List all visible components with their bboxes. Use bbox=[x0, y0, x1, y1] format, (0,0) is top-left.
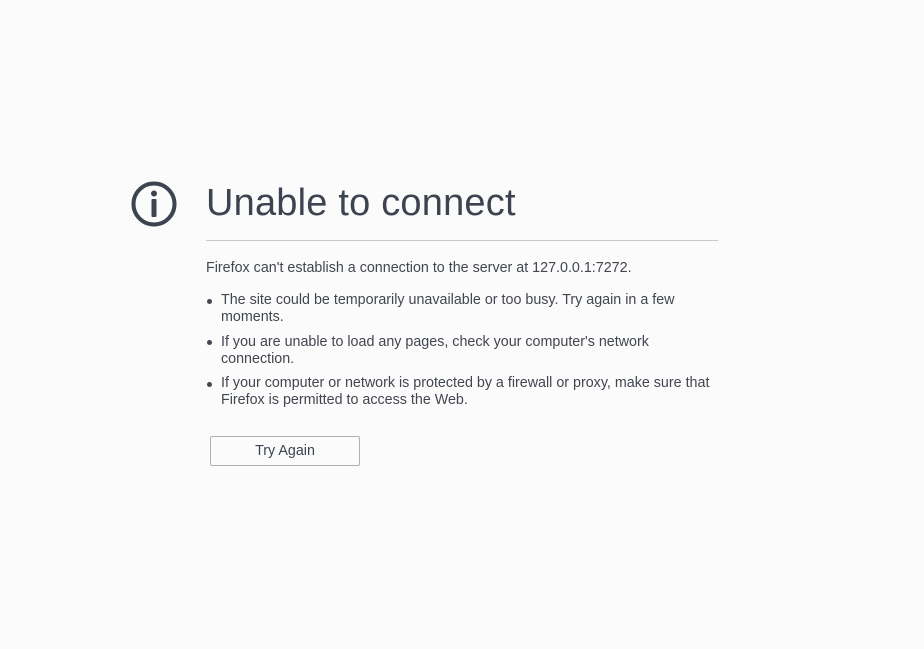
list-item: The site could be temporarily unavailabl… bbox=[206, 292, 718, 326]
reason-text: If your computer or network is protected… bbox=[221, 375, 710, 408]
list-item: If you are unable to load any pages, che… bbox=[206, 334, 718, 368]
error-container: Unable to connect Firefox can't establis… bbox=[206, 174, 718, 417]
reasons-list: The site could be temporarily unavailabl… bbox=[206, 292, 718, 409]
bullet-icon bbox=[207, 340, 212, 345]
reason-text: If you are unable to load any pages, che… bbox=[221, 333, 649, 367]
info-icon bbox=[131, 181, 177, 227]
try-again-button[interactable]: Try Again bbox=[210, 436, 360, 466]
reason-text: The site could be temporarily unavailabl… bbox=[221, 292, 675, 325]
list-item: If your computer or network is protected… bbox=[206, 375, 718, 409]
bullet-icon bbox=[207, 381, 212, 387]
error-message: Firefox can't establish a connection to … bbox=[206, 260, 632, 276]
page-title: Unable to connect bbox=[206, 174, 718, 241]
bullet-icon bbox=[207, 298, 212, 304]
